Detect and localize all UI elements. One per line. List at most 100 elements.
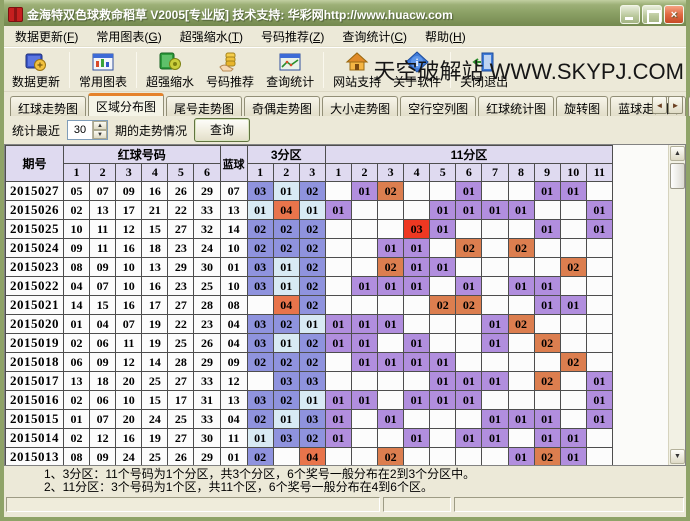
- zone11-cell: 01: [430, 258, 456, 277]
- toolbar-button-super-shrink[interactable]: 超强缩水: [140, 48, 200, 92]
- red-ball-cell: 01: [64, 410, 90, 429]
- zone11-cell: [456, 353, 482, 372]
- zone11-cell: 01: [534, 220, 560, 239]
- zone3-cell: [247, 372, 273, 391]
- tab-5[interactable]: 大小走势图: [322, 96, 398, 116]
- zone11-cell: [456, 334, 482, 353]
- zone11-cell: 01: [325, 201, 351, 220]
- red-ball-cell: 10: [116, 258, 142, 277]
- zone11-cell: [560, 410, 586, 429]
- tab-7[interactable]: 红球统计图: [478, 96, 554, 116]
- periods-value[interactable]: 30: [68, 121, 92, 139]
- zone11-cell: [351, 220, 377, 239]
- tab-1[interactable]: 红球走势图: [10, 96, 86, 116]
- zone11-cell: [586, 239, 612, 258]
- zone11-cell: 01: [586, 391, 612, 410]
- red-ball-cell: 32: [194, 220, 220, 239]
- zone3-col-header: 1: [247, 164, 273, 182]
- toolbar-separator: [69, 52, 70, 88]
- menu-item-t[interactable]: 超强缩水(T): [171, 26, 252, 47]
- home-icon: [345, 49, 369, 73]
- zone11-col-header: 9: [534, 164, 560, 182]
- toolbar-button-common-charts[interactable]: 常用图表: [73, 48, 133, 92]
- zone11-cell: [404, 448, 430, 467]
- toolbar-button-query-stats[interactable]: 查询统计: [260, 48, 320, 92]
- blue-ball-cell: 01: [220, 258, 247, 277]
- zone11-cell: 02: [430, 296, 456, 315]
- zone11-cell: [351, 410, 377, 429]
- menu-item-f[interactable]: 数据更新(F): [6, 26, 87, 47]
- zone3-cell: 01: [273, 410, 299, 429]
- red-ball-cell: 29: [194, 353, 220, 372]
- tab-8[interactable]: 旋转图: [556, 96, 608, 116]
- zone11-cell: [404, 315, 430, 334]
- table-row: 201501602061015173113030201010101010101: [6, 391, 613, 410]
- scrollbar-thumb[interactable]: [670, 163, 685, 189]
- maximize-button[interactable]: [642, 5, 662, 24]
- table-row: 20150251011121527321402020203010101: [6, 220, 613, 239]
- zone11-cell: [508, 220, 534, 239]
- period-cell: 2015027: [6, 182, 64, 201]
- query-button[interactable]: 查询: [194, 118, 250, 142]
- table-body: 2015027050709162629070301020102010101201…: [6, 182, 613, 467]
- tab-scroll-right-icon[interactable]: ►: [668, 96, 683, 114]
- red-ball-cell: 10: [64, 220, 90, 239]
- zone11-cell: [378, 334, 404, 353]
- red-ball-cell: 24: [116, 448, 142, 467]
- spinner-down-icon[interactable]: ▼: [93, 130, 107, 139]
- toolbar-button-label: 号码推荐: [206, 73, 254, 90]
- note-line-2: 2、11分区：3个号码为1个区，共11个区，6个奖号一般分布在4到6个区。: [44, 481, 686, 494]
- zone11-cell: 01: [430, 220, 456, 239]
- menu-item-h[interactable]: 帮助(H): [416, 26, 475, 47]
- zone11-col-header: 3: [378, 164, 404, 182]
- vertical-scrollbar[interactable]: ▲ ▼: [668, 145, 685, 465]
- toolbar-button-number-recommend[interactable]: 号码推荐: [200, 48, 260, 92]
- zone3-cell: 03: [247, 277, 273, 296]
- tab-2[interactable]: 区域分布图: [88, 93, 164, 116]
- zone3-cell: 02: [273, 315, 299, 334]
- spinner-up-icon[interactable]: ▲: [93, 121, 107, 130]
- zone3-cell: 02: [299, 258, 325, 277]
- zone3-cell: 01: [273, 258, 299, 277]
- table-row: 20150230809101329300103010202010102: [6, 258, 613, 277]
- zone3-cell: 01: [299, 201, 325, 220]
- menu-item-c[interactable]: 查询统计(C): [333, 26, 416, 47]
- tab-4[interactable]: 奇偶走势图: [244, 96, 320, 116]
- zone11-cell: 02: [456, 239, 482, 258]
- red-ball-cell: 26: [194, 334, 220, 353]
- blue-ball-cell: 09: [220, 353, 247, 372]
- zone11-cell: 01: [482, 334, 508, 353]
- menu-item-g[interactable]: 常用图表(G): [87, 26, 170, 47]
- query-label-prefix: 统计最近: [12, 122, 60, 139]
- toolbar-button-data-update[interactable]: 数据更新: [6, 48, 66, 92]
- zone11-cell: [560, 315, 586, 334]
- period-cell: 2015019: [6, 334, 64, 353]
- zone11-cell: [430, 182, 456, 201]
- zone11-cell: 01: [404, 429, 430, 448]
- minimize-button[interactable]: [620, 5, 640, 24]
- zone11-cell: 01: [378, 315, 404, 334]
- zone3-cell: 03: [247, 258, 273, 277]
- red-ball-cell: 11: [116, 334, 142, 353]
- zone3-cell: 03: [273, 429, 299, 448]
- close-button[interactable]: ×: [664, 5, 684, 24]
- zone11-cell: 01: [378, 277, 404, 296]
- red-ball-cell: 07: [90, 410, 116, 429]
- tab-3[interactable]: 尾号走势图: [166, 96, 242, 116]
- scroll-down-icon[interactable]: ▼: [670, 449, 685, 464]
- zone11-cell: [482, 391, 508, 410]
- tab-scroll-left-icon[interactable]: ◄: [652, 96, 667, 114]
- zone3-cell: 03: [299, 410, 325, 429]
- red-ball-cell: 28: [168, 353, 194, 372]
- periods-spinner[interactable]: 30 ▲ ▼: [67, 120, 108, 140]
- scroll-up-icon[interactable]: ▲: [670, 146, 685, 161]
- menu-item-z[interactable]: 号码推荐(Z): [252, 26, 333, 47]
- app-icon: [8, 7, 23, 22]
- tab-6[interactable]: 空行空列图: [400, 96, 476, 116]
- zone11-cell: 01: [586, 372, 612, 391]
- red-ball-cell: 02: [64, 391, 90, 410]
- zone11-cell: 01: [351, 353, 377, 372]
- red-ball-cell: 25: [168, 410, 194, 429]
- red-ball-cell: 08: [64, 258, 90, 277]
- red-ball-cell: 13: [90, 201, 116, 220]
